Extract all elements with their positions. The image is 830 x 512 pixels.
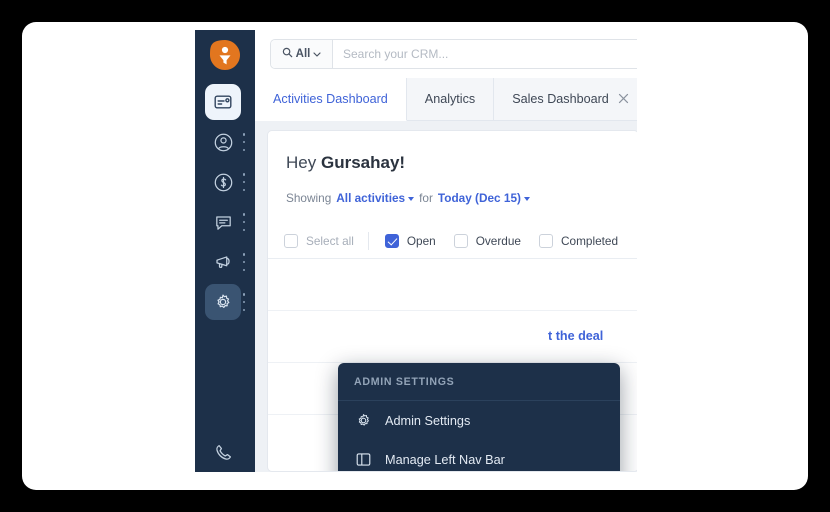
sidebar-item-deals[interactable]	[195, 162, 255, 202]
activities-card: Hey Gursahay! Showing All activities for…	[267, 130, 637, 472]
chevron-down-icon	[408, 197, 415, 201]
checkbox-label: Open	[406, 233, 436, 248]
tab-bar: Activities Dashboard Analytics Sales Das…	[255, 78, 637, 121]
date-filter-dropdown[interactable]: Today (Dec 15)	[438, 191, 530, 205]
sidebar-more-dots[interactable]	[242, 133, 246, 151]
tab-label: Activities Dashboard	[273, 92, 388, 106]
activity-row[interactable]	[268, 259, 637, 311]
chevron-down-icon	[523, 197, 530, 201]
admin-settings-menu: ADMIN SETTINGS Admin Settings Manage Lef…	[338, 363, 620, 471]
activity-row-link[interactable]: t the deal	[548, 329, 603, 343]
sidebar-more-dots[interactable]	[242, 213, 246, 231]
crm-app-viewport: All Activities Dashboard	[195, 30, 637, 472]
sidebar-item-contacts[interactable]	[195, 122, 255, 162]
browser-card: All Activities Dashboard	[22, 22, 808, 490]
select-all-checkbox[interactable]: Select all	[284, 233, 354, 248]
checkbox-label: Select all	[306, 233, 354, 248]
sidebar-icon	[354, 451, 372, 469]
global-search: All	[270, 39, 637, 69]
content-area: Hey Gursahay! Showing All activities for…	[255, 121, 637, 472]
checkbox-label: Completed	[560, 233, 619, 248]
tab-analytics[interactable]: Analytics	[406, 78, 495, 120]
status-filter-row: Select all Open Overdue Completed	[268, 223, 637, 259]
chat-bubble-icon	[205, 204, 241, 240]
date-filter-label: Today (Dec 15)	[437, 191, 521, 205]
main-area: All Activities Dashboard	[255, 30, 637, 472]
overdue-checkbox[interactable]: Overdue	[453, 233, 521, 248]
funnel-droplet-logo[interactable]	[209, 39, 241, 71]
deals-dollar-icon	[205, 164, 241, 200]
for-label: for	[419, 191, 433, 205]
completed-checkbox[interactable]: Completed	[538, 233, 619, 248]
greeting-name: Gursahay!	[320, 153, 406, 172]
tab-sales-dashboard[interactable]: Sales Dashboard	[494, 78, 637, 120]
phone-icon[interactable]	[205, 434, 241, 470]
gear-icon	[354, 412, 372, 430]
page-title: Hey Gursahay!	[286, 153, 405, 173]
activity-filter-label: All activities	[336, 191, 406, 205]
sidebar-more-dots[interactable]	[242, 173, 246, 191]
open-checkbox[interactable]: Open	[384, 233, 436, 248]
sidebar-more-dots[interactable]	[242, 293, 246, 311]
menu-item-manage-left-nav-bar[interactable]: Manage Left Nav Bar	[344, 440, 614, 471]
close-icon[interactable]	[618, 93, 629, 106]
tab-label: Sales Dashboard	[512, 92, 609, 106]
search-input[interactable]	[333, 40, 637, 68]
checkbox-label: Overdue	[475, 233, 521, 248]
checkbox-box	[538, 233, 553, 248]
activity-filter-dropdown[interactable]: All activities	[336, 191, 415, 205]
admin-settings-menu-header: ADMIN SETTINGS	[338, 363, 620, 401]
megaphone-icon	[205, 244, 241, 280]
menu-item-label: Manage Left Nav Bar	[385, 452, 505, 467]
sidebar-item-marketing[interactable]	[195, 242, 255, 282]
top-bar: All	[255, 30, 637, 78]
search-scope-label: All	[295, 48, 311, 60]
divider	[367, 231, 369, 250]
search-scope-dropdown[interactable]: All	[271, 40, 333, 68]
tab-activities-dashboard[interactable]: Activities Dashboard	[255, 78, 407, 121]
sidebar-more-dots[interactable]	[242, 253, 246, 271]
checkbox-box	[284, 233, 298, 248]
sidebar-item-dashboard[interactable]	[195, 82, 255, 122]
checkbox-box	[384, 233, 399, 248]
contact-person-icon	[205, 124, 241, 160]
showing-label: Showing	[286, 191, 332, 205]
menu-item-admin-settings[interactable]: Admin Settings	[344, 401, 614, 440]
menu-item-label: Admin Settings	[385, 413, 471, 428]
tab-label: Analytics	[424, 92, 476, 106]
activity-row[interactable]: t the deal	[268, 311, 637, 363]
showing-filter-bar: Showing All activities for Today (Dec 15…	[286, 191, 530, 205]
left-nav-bar	[195, 30, 255, 472]
dashboard-card-icon	[205, 84, 241, 120]
sidebar-item-conversations[interactable]	[195, 202, 255, 242]
search-icon	[282, 47, 293, 61]
screenshot-frame: All Activities Dashboard	[0, 0, 830, 512]
checkbox-box	[453, 233, 468, 248]
greeting-prefix: Hey	[286, 153, 321, 172]
chevron-down-icon	[313, 48, 321, 60]
gear-icon	[205, 284, 241, 320]
sidebar-item-settings[interactable]	[195, 282, 255, 322]
